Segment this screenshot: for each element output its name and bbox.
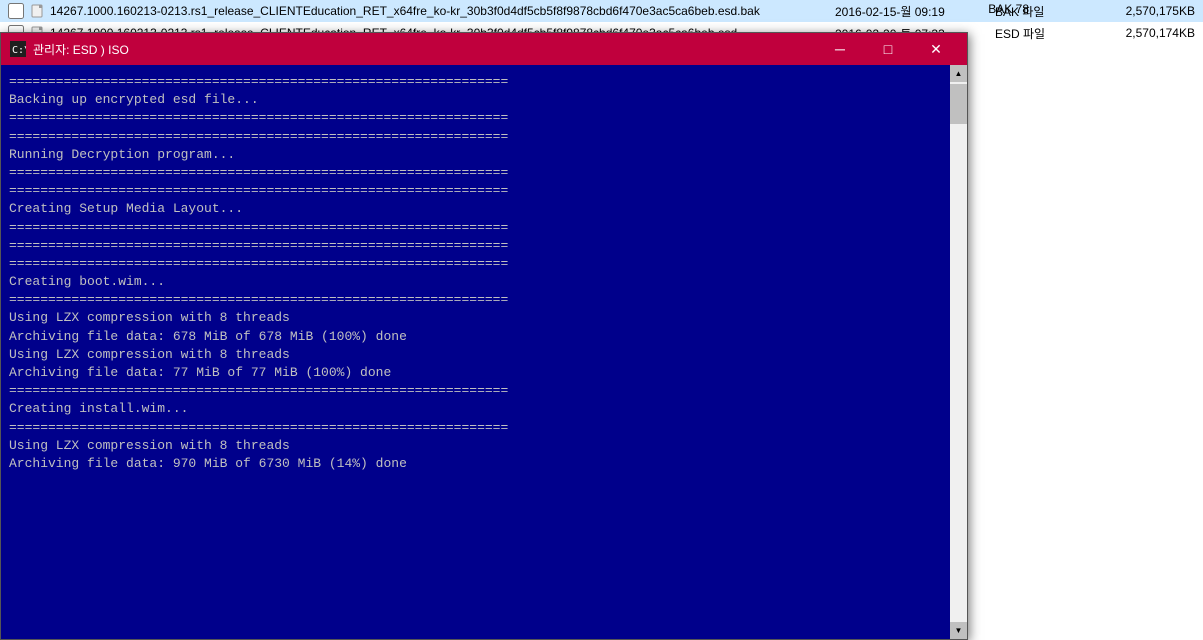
terminal-line: ========================================… xyxy=(9,164,942,182)
terminal-line: Archiving file data: 970 MiB of 6730 MiB… xyxy=(9,455,942,473)
file-type: ESD 파일 xyxy=(995,25,1095,42)
terminal-controls: ─ □ ✕ xyxy=(817,33,959,65)
terminal-line: Archiving file data: 77 MiB of 77 MiB (1… xyxy=(9,364,942,382)
terminal-window: C:\ 관리자: ESD ) ISO ─ □ ✕ ===============… xyxy=(0,32,968,640)
terminal-line: ========================================… xyxy=(9,182,942,200)
bak-label: BAK 78 xyxy=(984,0,1033,18)
file-name: 14267.1000.160213-0213.rs1_release_CLIEN… xyxy=(50,4,835,18)
scroll-down-arrow[interactable]: ▼ xyxy=(950,622,967,639)
scroll-up-arrow[interactable]: ▲ xyxy=(950,65,967,82)
maximize-button[interactable]: □ xyxy=(865,33,911,65)
terminal-scrollbar[interactable]: ▲ ▼ xyxy=(950,65,967,639)
minimize-button[interactable]: ─ xyxy=(817,33,863,65)
file-size: 2,570,174KB xyxy=(1095,26,1195,40)
terminal-line: Creating install.wim... xyxy=(9,400,942,418)
file-checkbox[interactable] xyxy=(8,3,24,19)
terminal-line: ========================================… xyxy=(9,219,942,237)
terminal-line: Using LZX compression with 8 threads xyxy=(9,346,942,364)
terminal-icon: C:\ xyxy=(9,40,27,58)
terminal-line: ========================================… xyxy=(9,109,942,127)
terminal-line: ========================================… xyxy=(9,237,942,255)
terminal-titlebar: C:\ 관리자: ESD ) ISO ─ □ ✕ xyxy=(1,33,967,65)
terminal-line: Backing up encrypted esd file... xyxy=(9,91,942,109)
terminal-line: ========================================… xyxy=(9,291,942,309)
file-explorer: 14267.1000.160213-0213.rs1_release_CLIEN… xyxy=(0,0,1203,640)
terminal-line: Creating Setup Media Layout... xyxy=(9,200,942,218)
terminal-line: ========================================… xyxy=(9,382,942,400)
file-date: 2016-02-15-월 09:19 xyxy=(835,3,995,20)
terminal-line: Running Decryption program... xyxy=(9,146,942,164)
terminal-line: Using LZX compression with 8 threads xyxy=(9,309,942,327)
scrollbar-thumb[interactable] xyxy=(950,84,967,124)
terminal-body: ========================================… xyxy=(1,65,967,639)
terminal-line: ========================================… xyxy=(9,128,942,146)
terminal-line: Creating boot.wim... xyxy=(9,273,942,291)
close-button[interactable]: ✕ xyxy=(913,33,959,65)
terminal-line: Using LZX compression with 8 threads xyxy=(9,437,942,455)
terminal-line: ========================================… xyxy=(9,73,942,91)
terminal-line: ========================================… xyxy=(9,255,942,273)
scrollbar-track[interactable] xyxy=(950,82,967,622)
file-size: 2,570,175KB xyxy=(1095,4,1195,18)
file-icon xyxy=(30,3,46,19)
svg-text:C:\: C:\ xyxy=(12,45,26,56)
terminal-content: ========================================… xyxy=(1,65,950,639)
terminal-line: Archiving file data: 678 MiB of 678 MiB … xyxy=(9,328,942,346)
terminal-line: ========================================… xyxy=(9,419,942,437)
terminal-title: 관리자: ESD ) ISO xyxy=(33,41,817,58)
